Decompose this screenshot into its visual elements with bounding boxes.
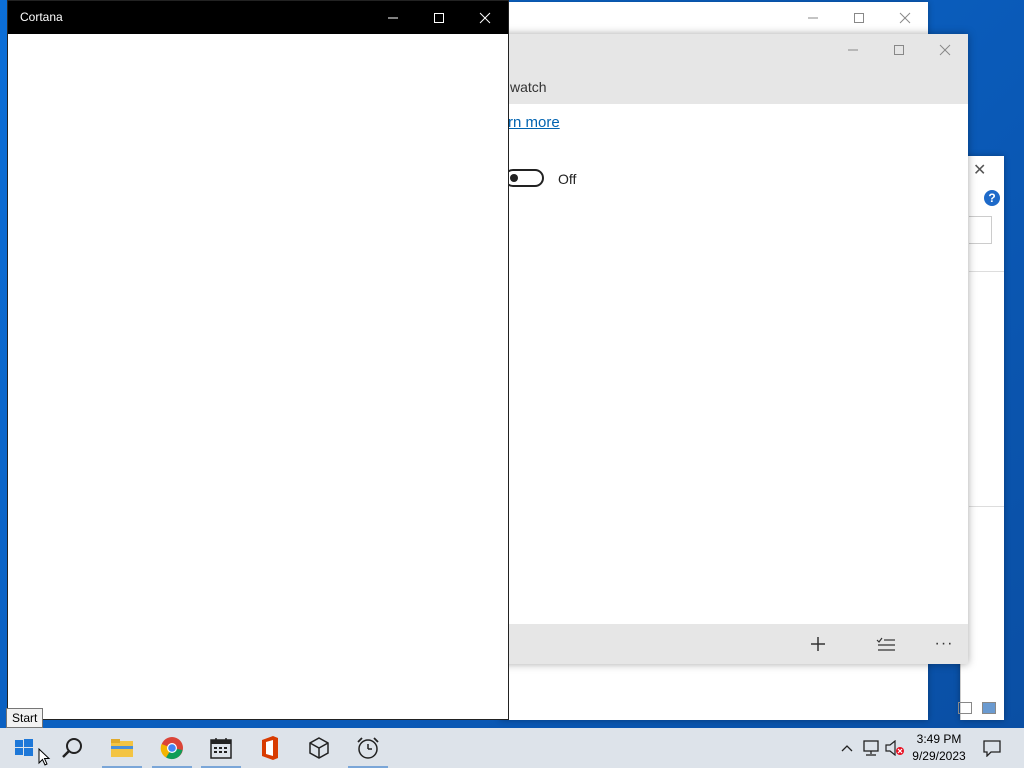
details-view-icon[interactable] xyxy=(958,702,972,714)
taskbar: 3:49 PM 9/29/2023 xyxy=(0,728,1024,768)
minimize-icon xyxy=(388,17,398,18)
cortana-titlebar[interactable]: Cortana xyxy=(8,1,508,34)
start-tooltip: Start xyxy=(6,708,44,728)
search-icon xyxy=(62,738,82,758)
minimize-button[interactable] xyxy=(370,1,416,34)
more-options-button[interactable]: ··· xyxy=(932,632,956,656)
divider xyxy=(969,506,1004,507)
clock-date: 9/29/2023 xyxy=(912,749,966,763)
minimize-button[interactable] xyxy=(830,34,876,66)
mouse-cursor-icon xyxy=(38,748,51,766)
learn-more-link[interactable]: rn more xyxy=(508,114,560,131)
clock-time: 3:49 PM xyxy=(916,732,962,746)
settings-window[interactable]: watch rn more Off ··· xyxy=(500,34,968,664)
window-title: Cortana xyxy=(20,10,63,24)
maximize-icon xyxy=(894,45,904,55)
office-icon xyxy=(262,736,278,760)
chrome-button[interactable] xyxy=(148,728,196,768)
input-box[interactable] xyxy=(969,216,992,244)
maximize-button[interactable] xyxy=(876,34,922,66)
file-explorer-button[interactable] xyxy=(98,728,146,768)
volume-button[interactable] xyxy=(884,728,906,768)
chrome-icon xyxy=(160,737,183,760)
toggle-switch[interactable] xyxy=(504,169,544,187)
office-button[interactable] xyxy=(246,728,294,768)
divider xyxy=(969,271,1004,272)
add-button[interactable] xyxy=(806,632,830,656)
select-button[interactable] xyxy=(874,632,898,656)
maximize-button[interactable] xyxy=(836,2,882,34)
action-center-button[interactable] xyxy=(980,728,1004,768)
close-icon xyxy=(939,44,951,56)
calendar-icon xyxy=(210,738,232,759)
volume-muted-icon xyxy=(885,740,904,756)
maximize-icon xyxy=(854,13,864,23)
toggle-state-label: Off xyxy=(558,171,577,187)
search-button[interactable] xyxy=(48,728,96,768)
3d-box-icon xyxy=(309,737,329,759)
maximize-icon xyxy=(434,12,444,23)
cortana-window[interactable]: Cortana xyxy=(7,0,509,720)
close-icon xyxy=(479,12,491,23)
windows-start-icon xyxy=(15,739,33,756)
close-button[interactable] xyxy=(882,2,928,34)
network-button[interactable] xyxy=(860,728,882,768)
notification-icon xyxy=(983,740,1001,757)
minimize-button[interactable] xyxy=(790,2,836,34)
alarm-clock-icon xyxy=(357,737,379,759)
alarms-clock-button[interactable] xyxy=(344,728,392,768)
show-hidden-icons-button[interactable] xyxy=(838,728,856,768)
3d-viewer-button[interactable] xyxy=(295,728,343,768)
minimize-icon xyxy=(848,49,858,51)
bottom-command-bar: ··· xyxy=(500,624,968,664)
file-explorer-icon xyxy=(111,739,133,757)
system-clock[interactable]: 3:49 PM 9/29/2023 xyxy=(906,731,972,765)
network-icon xyxy=(863,740,879,756)
chevron-up-icon xyxy=(841,745,853,752)
close-icon[interactable]: ✕ xyxy=(973,160,986,180)
page-heading: watch xyxy=(510,79,547,95)
close-icon xyxy=(899,12,911,24)
close-button[interactable] xyxy=(922,34,968,66)
calendar-button[interactable] xyxy=(197,728,245,768)
help-icon[interactable]: ? xyxy=(984,190,1000,206)
plus-icon xyxy=(811,637,825,651)
large-icons-view-icon[interactable] xyxy=(982,702,996,714)
toggle-knob xyxy=(510,174,518,182)
close-button[interactable] xyxy=(462,1,508,34)
checklist-icon xyxy=(876,637,895,651)
minimize-icon xyxy=(808,17,818,19)
maximize-button[interactable] xyxy=(416,1,462,34)
